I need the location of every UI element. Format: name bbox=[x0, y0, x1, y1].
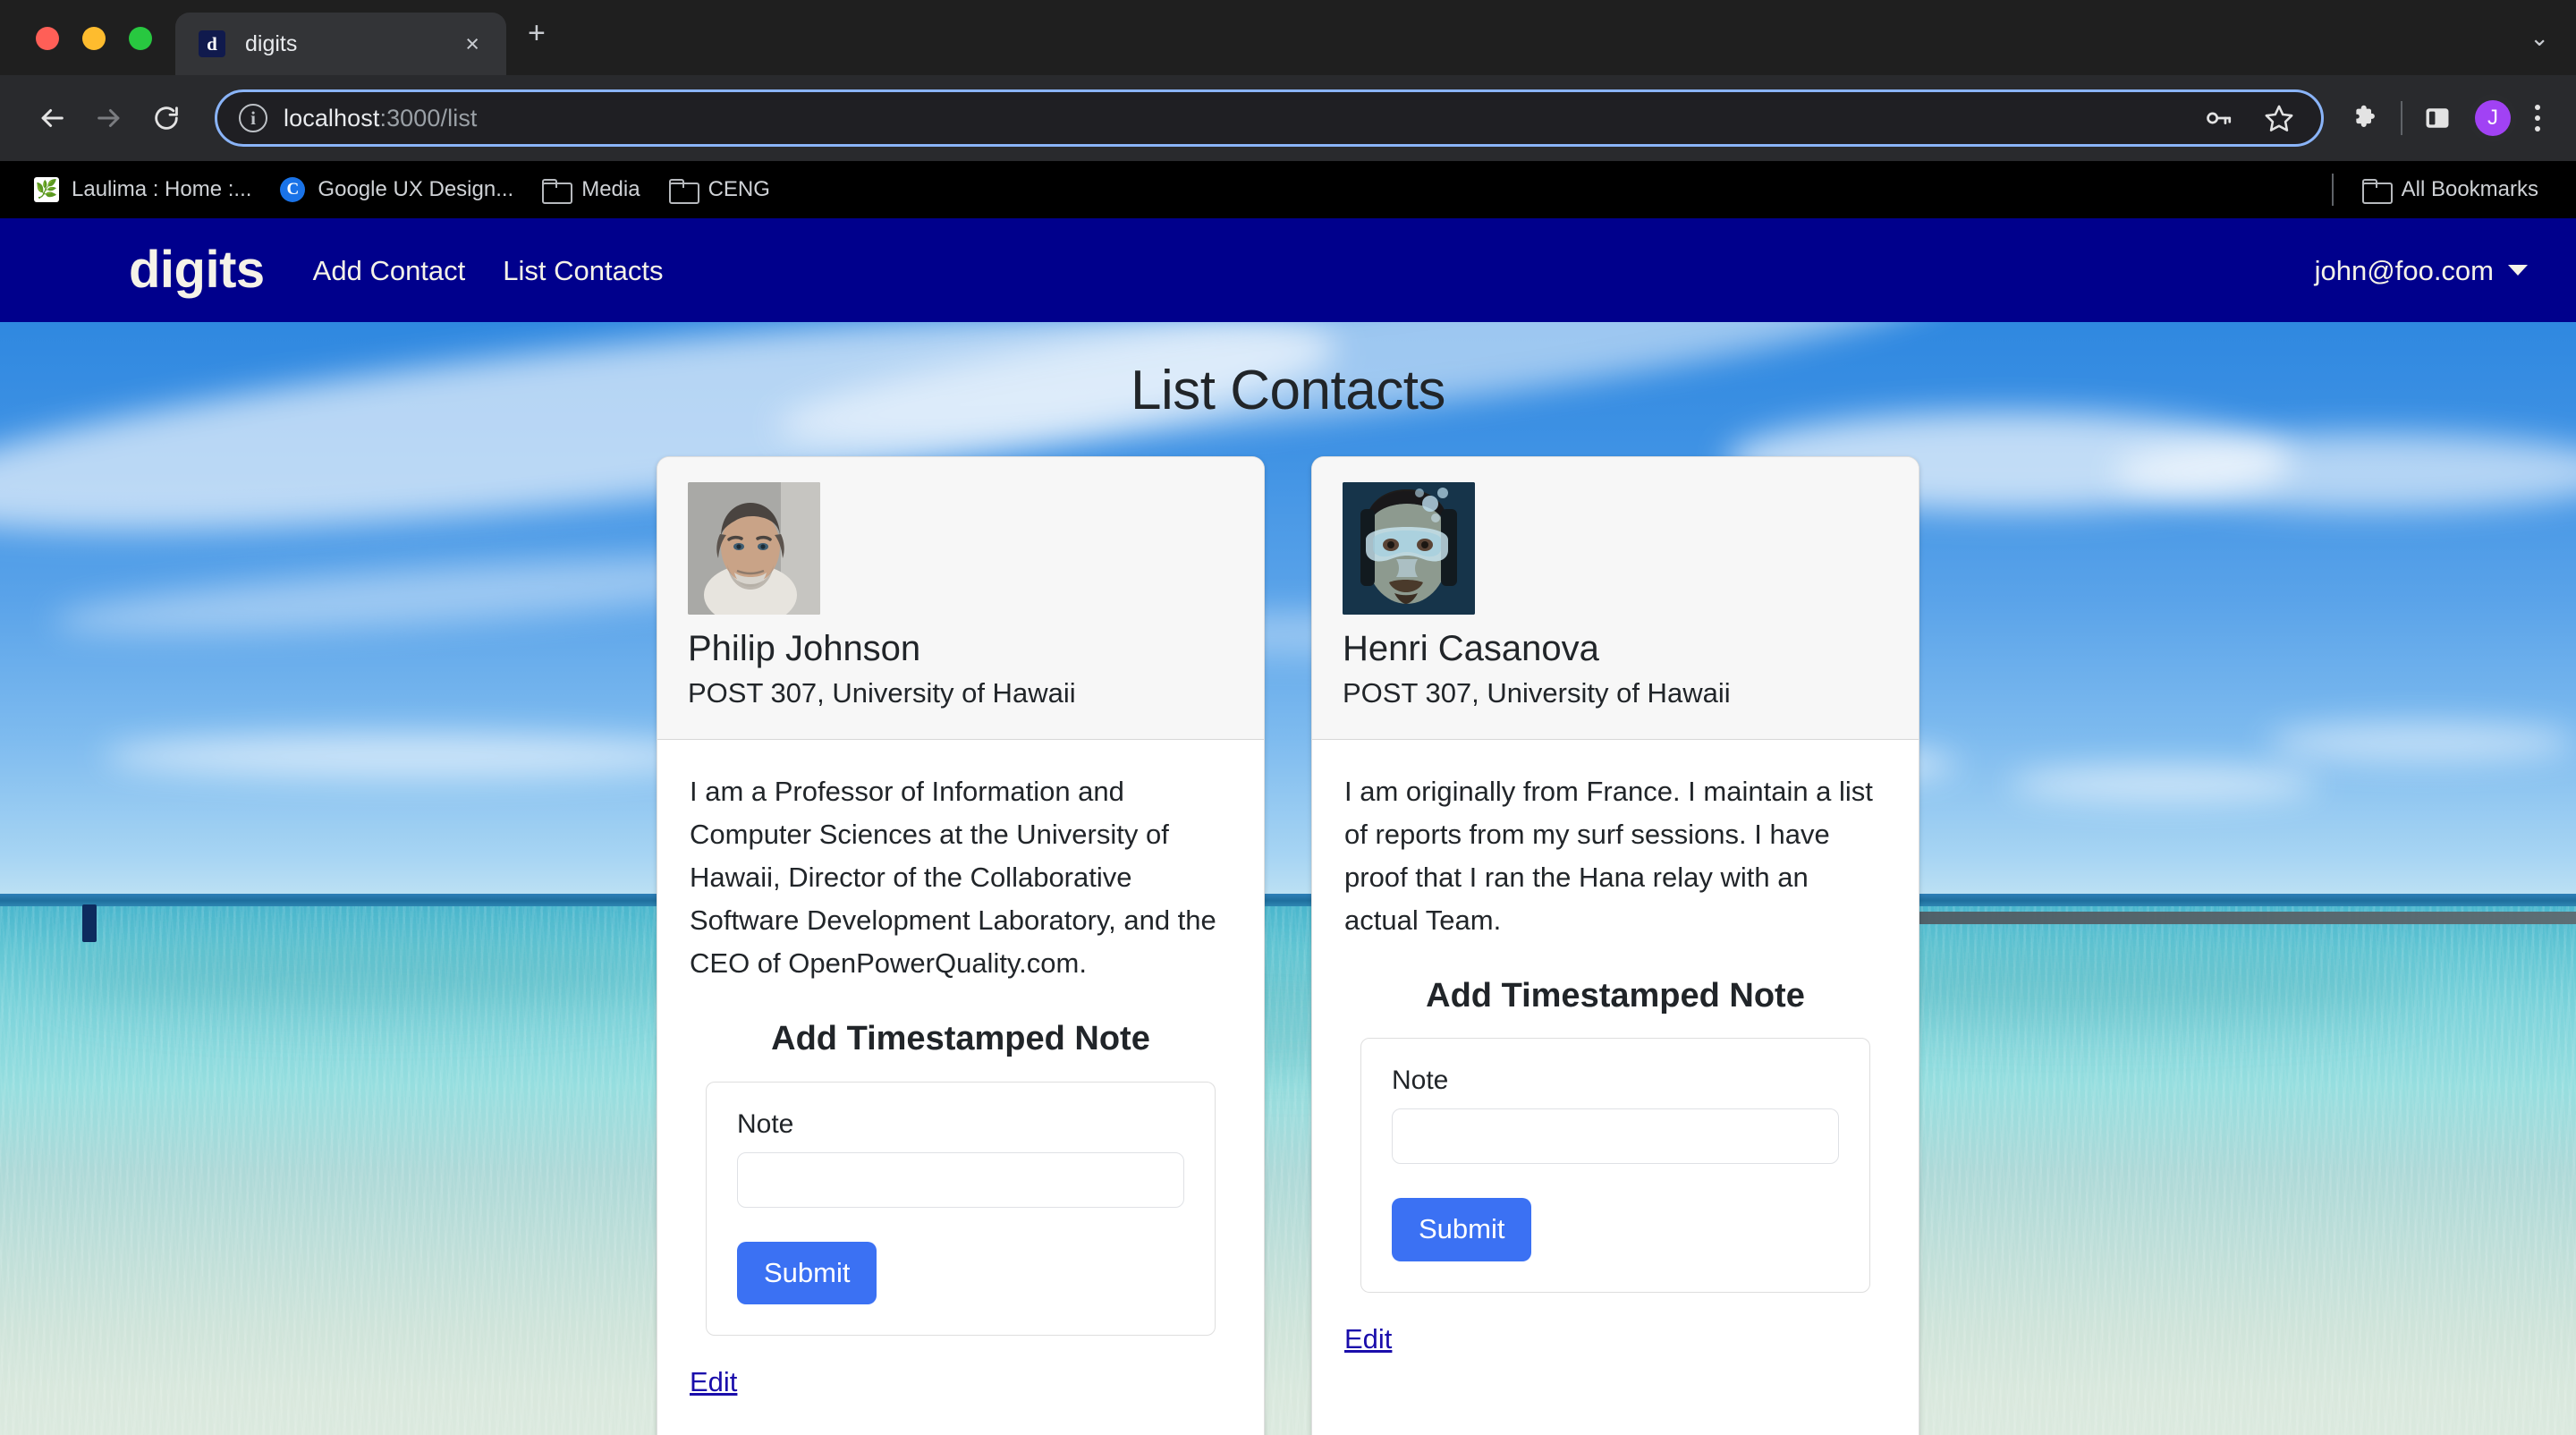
coursera-c-favicon: C bbox=[280, 177, 306, 202]
toolbar-divider bbox=[2401, 101, 2402, 135]
maximize-window-button[interactable] bbox=[129, 27, 152, 50]
bookmark-label: CENG bbox=[708, 177, 770, 201]
contact-card-header: Philip Johnson POST 307, University of H… bbox=[657, 457, 1264, 740]
page-content: List Contacts Philip Johnson POST 307, U… bbox=[0, 322, 2576, 1435]
bookmark-label: Media bbox=[581, 177, 640, 201]
avatar-initial: J bbox=[2475, 100, 2511, 136]
navbar-user-menu[interactable]: john@foo.com bbox=[2315, 257, 2528, 284]
navbar-user-email: john@foo.com bbox=[2314, 254, 2494, 286]
all-bookmarks-label: All Bookmarks bbox=[2401, 177, 2538, 201]
card-footer-spacer bbox=[690, 1398, 1232, 1423]
contact-photo bbox=[1343, 482, 1475, 616]
reload-button[interactable] bbox=[138, 89, 195, 147]
note-field-label: Note bbox=[1392, 1066, 1449, 1096]
note-form: Note Submit bbox=[706, 1081, 1216, 1336]
contact-card-list: Philip Johnson POST 307, University of H… bbox=[0, 456, 2576, 1435]
contact-name: Henri Casanova bbox=[1343, 629, 1599, 669]
card-footer-spacer bbox=[1344, 1355, 1886, 1423]
contact-name: Philip Johnson bbox=[688, 629, 921, 669]
back-button[interactable] bbox=[23, 89, 80, 147]
tab-title: digits bbox=[245, 30, 298, 56]
bookmark-label: Google UX Design... bbox=[318, 177, 514, 201]
app-brand-logo[interactable]: digits bbox=[129, 244, 265, 296]
folder-icon bbox=[542, 179, 573, 204]
app-navbar: digits Add Contact List Contacts john@fo… bbox=[0, 218, 2576, 322]
bookmark-folder-ceng[interactable]: CENG bbox=[655, 172, 784, 208]
note-form-title: Add Timestamped Note bbox=[771, 1019, 1150, 1057]
bookmark-item-laulima[interactable]: 🌿 Laulima : Home :... bbox=[20, 172, 266, 208]
side-panel-icon[interactable] bbox=[2411, 92, 2463, 144]
edit-link[interactable]: Edit bbox=[690, 1366, 1232, 1398]
digits-favicon: d bbox=[199, 30, 225, 57]
contact-card-header: Henri Casanova POST 307, University of H… bbox=[1312, 457, 1919, 740]
tab-search-chevron-icon[interactable]: ⌄ bbox=[2529, 24, 2576, 75]
contact-address: POST 307, University of Hawaii bbox=[1343, 677, 1731, 709]
page-title: List Contacts bbox=[1131, 360, 1445, 421]
forward-button[interactable] bbox=[80, 89, 138, 147]
chrome-menu-kebab-icon[interactable] bbox=[2522, 105, 2553, 132]
bookmarks-bar-right: All Bookmarks bbox=[2331, 172, 2553, 208]
note-form-title: Add Timestamped Note bbox=[1426, 976, 1805, 1015]
window-traffic-lights bbox=[0, 27, 175, 75]
address-bar[interactable]: i localhost:3000/list bbox=[215, 89, 2324, 147]
edit-link[interactable]: Edit bbox=[1344, 1323, 1886, 1355]
contact-card-body: I am a Professor of Information and Comp… bbox=[657, 740, 1264, 1435]
all-bookmarks-button[interactable]: All Bookmarks bbox=[2348, 172, 2553, 208]
profile-avatar[interactable]: J bbox=[2469, 94, 2517, 142]
folder-icon bbox=[2361, 179, 2393, 204]
note-field-label: Note bbox=[737, 1108, 794, 1139]
bookmark-item-google-ux-design[interactable]: C Google UX Design... bbox=[266, 172, 528, 208]
close-tab-icon[interactable]: × bbox=[458, 29, 487, 60]
url-text: localhost:3000/list bbox=[284, 104, 478, 132]
browser-toolbar: i localhost:3000/list J bbox=[0, 75, 2576, 161]
folder-icon bbox=[668, 179, 699, 204]
nav-link-list-contacts[interactable]: List Contacts bbox=[503, 257, 663, 284]
minimize-window-button[interactable] bbox=[82, 27, 106, 50]
contact-address: POST 307, University of Hawaii bbox=[688, 677, 1076, 709]
bookmarks-bar: 🌿 Laulima : Home :... C Google UX Design… bbox=[0, 161, 2576, 218]
submit-button[interactable]: Submit bbox=[737, 1241, 877, 1304]
submit-button[interactable]: Submit bbox=[1392, 1198, 1532, 1261]
password-key-icon[interactable] bbox=[2196, 103, 2241, 133]
contact-description: I am a Professor of Information and Comp… bbox=[690, 775, 1216, 979]
browser-tab[interactable]: d digits × bbox=[175, 13, 506, 75]
nav-link-add-contact[interactable]: Add Contact bbox=[313, 257, 466, 284]
contact-photo bbox=[688, 482, 820, 616]
tab-strip: d digits × + ⌄ bbox=[0, 0, 2576, 75]
note-input[interactable] bbox=[737, 1151, 1184, 1208]
page-viewport: digits Add Contact List Contacts john@fo… bbox=[0, 218, 2576, 1435]
contact-card: Henri Casanova POST 307, University of H… bbox=[1311, 456, 1919, 1435]
site-info-icon[interactable]: i bbox=[239, 104, 267, 132]
laulima-leaf-favicon: 🌿 bbox=[34, 177, 59, 202]
bookmark-label: Laulima : Home :... bbox=[72, 177, 252, 201]
note-form: Note Submit bbox=[1360, 1038, 1870, 1293]
close-window-button[interactable] bbox=[36, 27, 59, 50]
new-tab-button[interactable]: + bbox=[506, 18, 569, 75]
bookmarks-divider bbox=[2331, 174, 2334, 206]
chevron-down-icon bbox=[2508, 265, 2528, 276]
extensions-puzzle-icon[interactable] bbox=[2340, 92, 2392, 144]
browser-window: d digits × + ⌄ i localhost:3000/list J 🌿… bbox=[0, 0, 2576, 1435]
contact-card: Philip Johnson POST 307, University of H… bbox=[657, 456, 1265, 1435]
contact-card-body: I am originally from France. I maintain … bbox=[1312, 740, 1919, 1435]
bookmark-star-icon[interactable] bbox=[2257, 103, 2301, 133]
note-input[interactable] bbox=[1392, 1108, 1839, 1165]
contact-description: I am originally from France. I maintain … bbox=[1344, 775, 1873, 936]
bookmark-folder-media[interactable]: Media bbox=[528, 172, 654, 208]
